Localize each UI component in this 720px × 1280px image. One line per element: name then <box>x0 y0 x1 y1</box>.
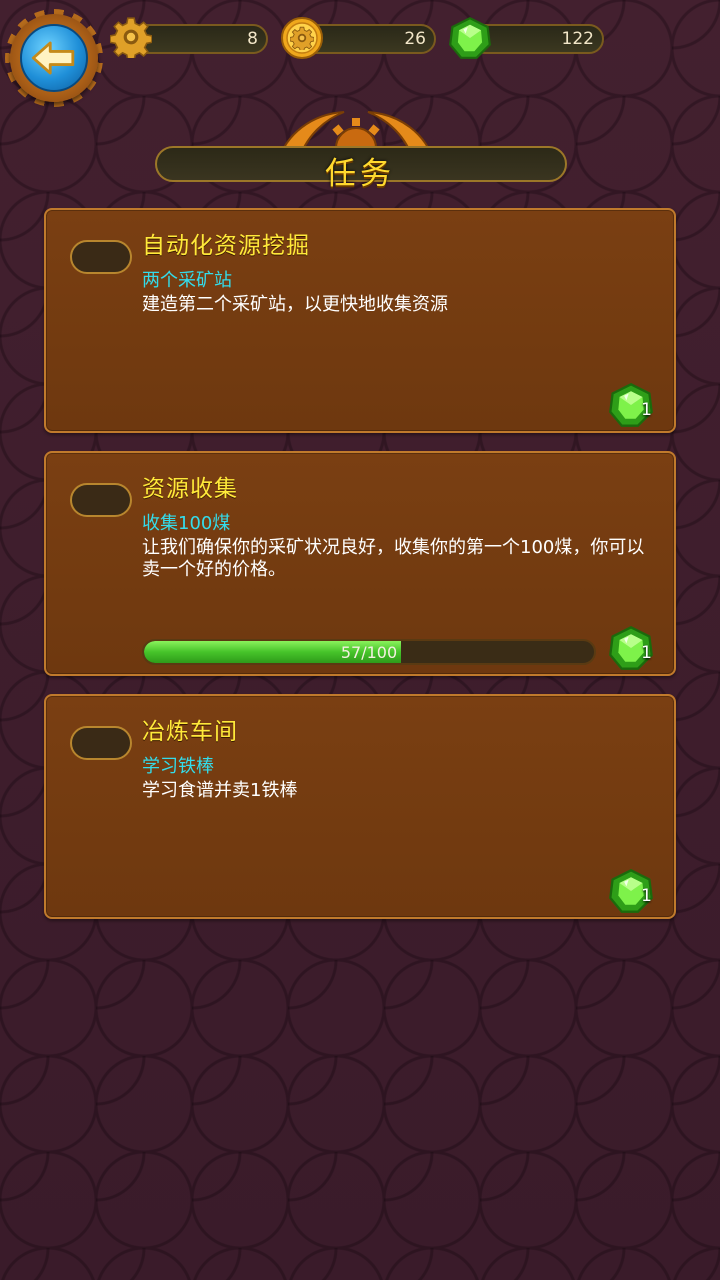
green-gem-icon <box>448 16 492 60</box>
gold-coin-icon <box>281 17 323 59</box>
quest-card-resource-collection: 资源收集 收集100煤 让我们确保你的采矿状况良好，收集你的第一个100煤，你可… <box>44 451 676 676</box>
quest-title: 自动化资源挖掘 <box>142 233 310 259</box>
quest-description: 建造第二个采矿站，以更快地收集资源 <box>142 294 448 315</box>
quest-card-mining-automation: 自动化资源挖掘 两个采矿站 建造第二个采矿站，以更快地收集资源 1 <box>44 208 676 433</box>
quest-card-smelting-workshop: 冶炼车间 学习铁棒 学习食谱并卖1铁棒 1 <box>44 694 676 919</box>
quest-status-indicator <box>70 240 132 274</box>
reward-count: 1 <box>641 643 652 663</box>
coin-count: 26 <box>404 29 426 49</box>
quest-status-indicator <box>70 483 132 517</box>
arrow-left-icon <box>31 41 75 75</box>
quest-description: 让我们确保你的采矿状况良好，收集你的第一个100煤，你可以卖一个好的价格。 <box>142 537 645 580</box>
quest-title: 冶炼车间 <box>142 719 238 745</box>
back-button-face <box>20 24 88 92</box>
quest-subtitle: 收集100煤 <box>142 513 231 534</box>
quest-status-indicator <box>70 726 132 760</box>
gem-count: 122 <box>561 29 594 49</box>
quest-subtitle: 学习铁棒 <box>142 756 214 777</box>
progress-text: 57/100 <box>340 643 398 662</box>
quest-title: 资源收集 <box>142 476 238 502</box>
back-button[interactable] <box>5 9 103 107</box>
reward-count: 1 <box>641 886 652 906</box>
gear-count: 8 <box>247 29 258 49</box>
quest-subtitle: 两个采矿站 <box>142 270 232 291</box>
gear-icon <box>110 16 152 58</box>
reward-count: 1 <box>641 400 652 420</box>
page-title: 任务 <box>325 156 395 192</box>
quest-description: 学习食谱并卖1铁棒 <box>142 780 298 801</box>
quest-progress-bar: 57/100 <box>142 639 596 665</box>
